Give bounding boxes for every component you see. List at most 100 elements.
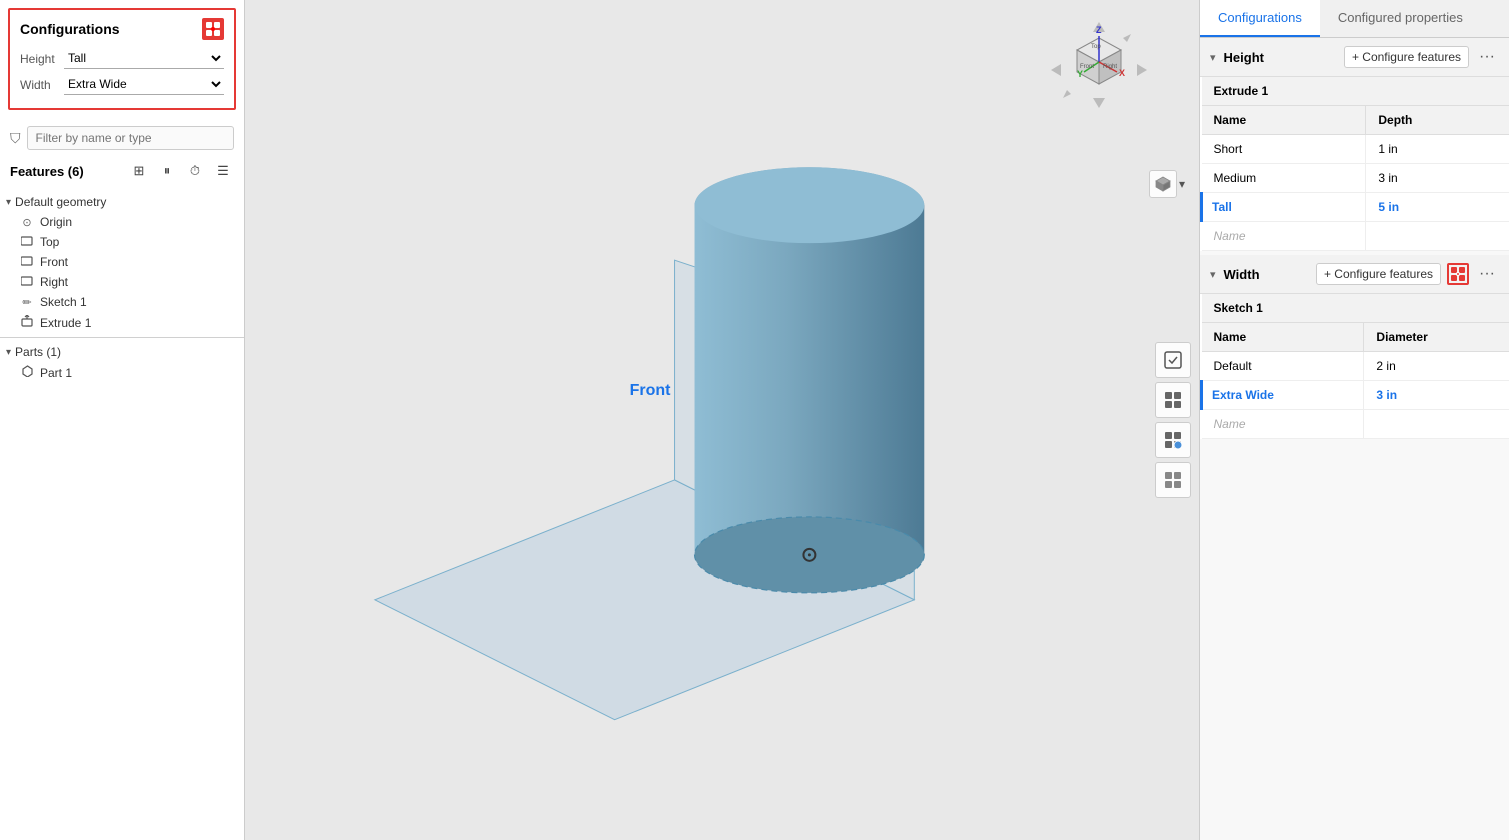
config-title: Configurations <box>20 21 120 37</box>
front-viewport-label: Front <box>630 382 671 399</box>
filter-input[interactable] <box>27 126 235 150</box>
config-icon <box>202 18 224 40</box>
tab-configured-properties[interactable]: Configured properties <box>1320 0 1481 37</box>
width-section-title: Width <box>1224 267 1310 282</box>
row-diameter-placeholder <box>1364 410 1509 439</box>
tree-divider <box>0 337 244 338</box>
parts-section[interactable]: ▾ Parts (1) <box>0 342 244 362</box>
svg-text:Y: Y <box>1077 69 1083 79</box>
row-depth: 5 in <box>1366 193 1509 222</box>
plane-icon-top <box>20 236 34 249</box>
height-section-header: ▾ Height + Configure features ··· <box>1200 38 1509 77</box>
row-name: Short <box>1202 135 1366 164</box>
front-label: Front <box>40 255 68 269</box>
width-collapse-icon[interactable]: ▾ <box>1210 268 1216 281</box>
row-depth: 1 in <box>1366 135 1509 164</box>
right-panel: Configurations Configured properties ▾ H… <box>1199 0 1509 840</box>
list-btn[interactable]: ☰ <box>212 160 234 182</box>
origin-label: Origin <box>40 215 72 229</box>
plane-icon-front <box>20 256 34 269</box>
view-cube-btn[interactable]: ▾ <box>1149 170 1185 198</box>
tree-area: ▾ Default geometry ⊙ Origin Top Front Ri… <box>0 188 244 840</box>
chevron-icon: ▾ <box>6 197 11 208</box>
parts-title: Parts (1) <box>15 345 61 359</box>
width-section: ▾ Width + Configure features ··· Sketch … <box>1200 255 1509 439</box>
height-table: Extrude 1 Name Depth Short 1 in Medium 3… <box>1200 77 1509 251</box>
table-row-placeholder[interactable]: Name <box>1202 410 1509 439</box>
cube-navigator[interactable]: Z Y X Top Front Right <box>1049 20 1139 110</box>
row-name: Extra Wide <box>1202 381 1364 410</box>
table-row[interactable]: Short 1 in <box>1202 135 1509 164</box>
toolbar-btn-2[interactable] <box>1155 382 1191 418</box>
configurations-header: Configurations Height Tall Short Medium … <box>8 8 236 110</box>
viewport: Front Right <box>245 0 1199 840</box>
tree-item-right[interactable]: Right <box>0 272 244 292</box>
tree-item-sketch1[interactable]: ✏ Sketch 1 <box>0 292 244 312</box>
pause-btn[interactable]: ⏸ <box>156 160 178 182</box>
height-more-btn[interactable]: ··· <box>1475 48 1499 66</box>
svg-text:X: X <box>1119 68 1125 78</box>
height-collapse-icon[interactable]: ▾ <box>1210 51 1216 64</box>
features-title: Features (6) <box>10 164 122 179</box>
width-icon-box <box>1447 263 1469 285</box>
svg-text:Front: Front <box>1080 64 1094 70</box>
default-geometry-label: Default geometry <box>15 195 106 209</box>
height-name-col: Name <box>1202 106 1366 135</box>
width-diameter-col: Diameter <box>1364 323 1509 352</box>
width-label: Width <box>20 78 58 92</box>
table-row-active[interactable]: Extra Wide 3 in <box>1202 381 1509 410</box>
width-select[interactable]: Extra Wide Default <box>64 74 224 95</box>
height-section-title: Height <box>1224 50 1338 65</box>
table-row[interactable]: Default 2 in <box>1202 352 1509 381</box>
row-name-placeholder: Name <box>1202 410 1364 439</box>
row-name: Default <box>1202 352 1364 381</box>
row-name: Tall <box>1202 193 1366 222</box>
view-dropdown-arrow[interactable]: ▾ <box>1179 177 1185 191</box>
row-diameter: 3 in <box>1364 381 1509 410</box>
part-icon <box>20 365 34 380</box>
toolbar-btn-1[interactable] <box>1155 342 1191 378</box>
tree-item-origin[interactable]: ⊙ Origin <box>0 212 244 232</box>
tree-item-front[interactable]: Front <box>0 252 244 272</box>
height-configure-btn[interactable]: + Configure features <box>1344 46 1469 68</box>
right-toolbar <box>1155 342 1191 498</box>
right-label: Right <box>40 275 68 289</box>
tab-configurations[interactable]: Configurations <box>1200 0 1320 37</box>
sketch-icon: ✏ <box>20 296 34 309</box>
row-diameter: 2 in <box>1364 352 1509 381</box>
width-feature-col: Sketch 1 <box>1202 294 1509 323</box>
tree-item-top[interactable]: Top <box>0 232 244 252</box>
toolbar-btn-3[interactable] <box>1155 422 1191 458</box>
width-table: Sketch 1 Name Diameter Default 2 in Extr… <box>1200 294 1509 439</box>
svg-text:Top: Top <box>1091 44 1101 50</box>
table-row-active[interactable]: Tall 5 in <box>1202 193 1509 222</box>
tree-item-part1[interactable]: Part 1 <box>0 362 244 383</box>
extrude1-label: Extrude 1 <box>40 316 91 330</box>
width-section-header: ▾ Width + Configure features ··· <box>1200 255 1509 294</box>
sketch1-label: Sketch 1 <box>40 295 87 309</box>
width-configure-btn[interactable]: + Configure features <box>1316 263 1441 285</box>
part1-label: Part 1 <box>40 366 72 380</box>
features-header: Features (6) ⊞ ⏸ ⏱ ☰ <box>0 154 244 188</box>
row-name: Medium <box>1202 164 1366 193</box>
plane-icon-right <box>20 276 34 289</box>
row-depth: 3 in <box>1366 164 1509 193</box>
top-label: Top <box>40 235 59 249</box>
height-select[interactable]: Tall Short Medium <box>64 48 224 69</box>
table-row-placeholder[interactable]: Name <box>1202 222 1509 251</box>
origin-icon: ⊙ <box>20 216 34 229</box>
tree-item-extrude1[interactable]: Extrude 1 <box>0 312 244 333</box>
toolbar-btn-4[interactable] <box>1155 462 1191 498</box>
clock-btn[interactable]: ⏱ <box>184 160 206 182</box>
width-more-btn[interactable]: ··· <box>1475 265 1499 283</box>
row-name-placeholder: Name <box>1202 222 1366 251</box>
parts-chevron: ▾ <box>6 347 11 358</box>
height-feature-col: Extrude 1 <box>1202 77 1509 106</box>
svg-text:Right: Right <box>1103 64 1117 70</box>
default-geometry-section[interactable]: ▾ Default geometry <box>0 192 244 212</box>
filter-icon: ⛉ <box>10 130 21 147</box>
left-panel: Configurations Height Tall Short Medium … <box>0 0 245 840</box>
table-row[interactable]: Medium 3 in <box>1202 164 1509 193</box>
add-feature-btn[interactable]: ⊞ <box>128 160 150 182</box>
height-label: Height <box>20 52 58 66</box>
